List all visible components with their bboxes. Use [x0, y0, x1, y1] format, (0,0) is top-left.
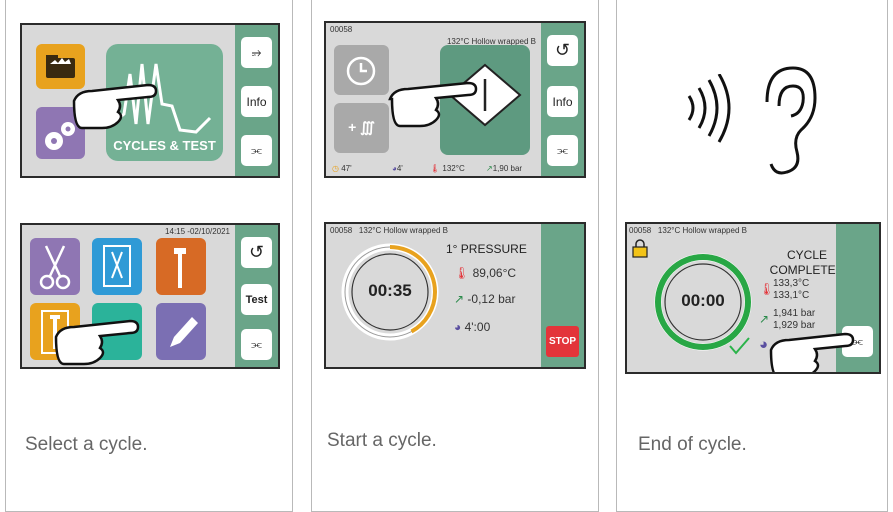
drying-value: 4' — [396, 164, 403, 173]
info-button[interactable]: Info — [547, 86, 578, 117]
remaining-value: 4':00 — [464, 320, 491, 334]
timer-display: 00:35 — [368, 281, 412, 300]
thermometer-icon: 🌡 — [454, 266, 470, 280]
pressure-1: 1,941 bar — [773, 308, 816, 319]
caption: Start a cycle. — [327, 430, 437, 451]
side-panel: ⭌ Info ⫘ — [235, 25, 278, 176]
info-label: Info — [246, 94, 267, 109]
status-drying: ◕4' — [392, 164, 403, 173]
test-label: Test — [245, 293, 268, 306]
clock-icon: ◷ — [332, 164, 339, 173]
ear-icon — [765, 66, 817, 175]
temperature-2: 133,1°C — [773, 290, 810, 301]
time-value: 47' — [341, 164, 352, 173]
thermometer-icon: 🌡 — [759, 282, 775, 296]
status-time: ◷ 47' — [332, 164, 352, 173]
pencil-icon — [170, 317, 198, 347]
pressure-value: 1,90 bar — [492, 164, 523, 173]
back-button[interactable]: ↺ — [547, 35, 578, 66]
thermometer-icon: 🌡 — [430, 164, 441, 173]
pointing-hand-icon — [72, 83, 158, 130]
cycle-number: 00058 — [330, 25, 353, 34]
timer-display: 00:00 — [681, 291, 725, 310]
test-button[interactable]: Test — [241, 284, 272, 315]
caption: End of cycle. — [638, 434, 747, 455]
heating-icon: + ∭ — [348, 119, 375, 135]
status-pressure: ↗1,90 bar — [486, 164, 522, 173]
screen-program-start: 00058 132°C Hollow wrapped B + ∭ ◷ 47' ◕… — [324, 21, 586, 178]
screen-running-cycle: 00058 132°C Hollow wrapped B 00:35 1° PR… — [324, 222, 586, 369]
cycle-number: 00058 — [330, 226, 353, 235]
key-button[interactable]: ⫘ — [241, 329, 272, 360]
temperature-value: 132°C — [442, 164, 465, 173]
temperature-row: 🌡 89,06°C — [454, 266, 516, 280]
wrapped-tile[interactable] — [92, 238, 142, 295]
pointing-hand-icon — [388, 81, 478, 128]
screen-cycle-select: 14:15 -02/10/2021 ↺ Test ⫘ — [20, 223, 280, 369]
column-start-cycle: 00058 132°C Hollow wrapped B + ∭ ◷ 47' ◕… — [311, 0, 599, 512]
side-panel: ↺ Test ⫘ — [235, 225, 278, 367]
header-line: 00058 132°C Hollow wrapped B — [330, 226, 448, 235]
instruments-tile[interactable] — [30, 238, 80, 295]
remaining-row: ◕ 4':00 — [454, 320, 490, 334]
pressure-value: -0,12 bar — [467, 292, 516, 306]
checkmark-icon — [729, 337, 750, 355]
key-button[interactable]: ⫘ — [547, 135, 578, 166]
phase-label: 1° PRESSURE — [446, 242, 527, 256]
pie-icon: ◕ — [454, 320, 462, 334]
key-icon: ⫘ — [557, 143, 568, 157]
stop-label: STOP — [548, 336, 577, 347]
handpiece-tile[interactable] — [156, 238, 206, 295]
usb-button[interactable]: ⭌ — [241, 37, 272, 68]
program-name: 132°C Hollow wrapped B — [657, 226, 747, 235]
back-arrow-icon: ↺ — [554, 40, 571, 60]
key-icon: ⫘ — [251, 143, 262, 157]
pointing-hand-icon — [54, 319, 140, 366]
timer-icon — [346, 56, 376, 86]
datetime: 14:15 -02/10/2021 — [165, 227, 230, 236]
lock-icon — [632, 239, 648, 258]
sound-waves-icon — [687, 74, 731, 143]
pressure-row: ↗ -0,12 bar — [454, 292, 515, 306]
status-line-1: CYCLE — [786, 248, 827, 262]
pointing-hand-icon — [769, 332, 855, 372]
caption: Select a cycle. — [25, 434, 148, 455]
screen-main-menu: CYCLES & TEST ⭌ Info ⫘ — [20, 23, 280, 178]
program-name: 132°C Hollow wrapped B — [358, 226, 448, 235]
temperature-value: 89,06°C — [472, 266, 517, 280]
info-button[interactable]: Info — [241, 86, 272, 117]
column-end-cycle: 00058 132°C Hollow wrapped B 00:00 CYCLE… — [616, 0, 888, 512]
stop-button[interactable]: STOP — [546, 326, 579, 357]
screen-cycle-completed: 00058 132°C Hollow wrapped B 00:00 CYCLE… — [625, 222, 881, 374]
gauge-icon: ↗ — [759, 312, 770, 326]
gauge-icon: ↗ — [454, 292, 465, 306]
handpiece-icon — [174, 248, 186, 288]
cycles-test-label: CYCLES & TEST — [113, 138, 216, 153]
key-icon: ⫘ — [251, 337, 262, 351]
key-button[interactable]: ⫘ — [241, 135, 272, 166]
gauge-icon: ↗ — [486, 164, 493, 173]
edit-tile[interactable] — [156, 303, 206, 360]
timer-option-tile[interactable] — [334, 45, 389, 95]
back-arrow-icon: ↺ — [248, 242, 265, 262]
usb-icon: ⭌ — [251, 45, 262, 59]
scissors-icon — [39, 245, 71, 290]
cycle-number: 00058 — [629, 226, 652, 235]
heating-option-tile[interactable]: + ∭ — [334, 103, 389, 153]
side-panel: ↺ Info ⫘ — [541, 23, 584, 176]
back-button[interactable]: ↺ — [241, 237, 272, 268]
info-label: Info — [552, 94, 573, 109]
temperature-1: 133,3°C — [773, 278, 810, 289]
wrapped-instrument-icon — [103, 245, 131, 287]
column-select-cycle: CYCLES & TEST ⭌ Info ⫘ 14:15 -02/10/2021 — [5, 0, 293, 512]
status-temperature: 🌡 132°C — [430, 164, 465, 173]
header-line: 00058 132°C Hollow wrapped B — [629, 226, 747, 235]
side-panel: STOP — [541, 224, 584, 367]
